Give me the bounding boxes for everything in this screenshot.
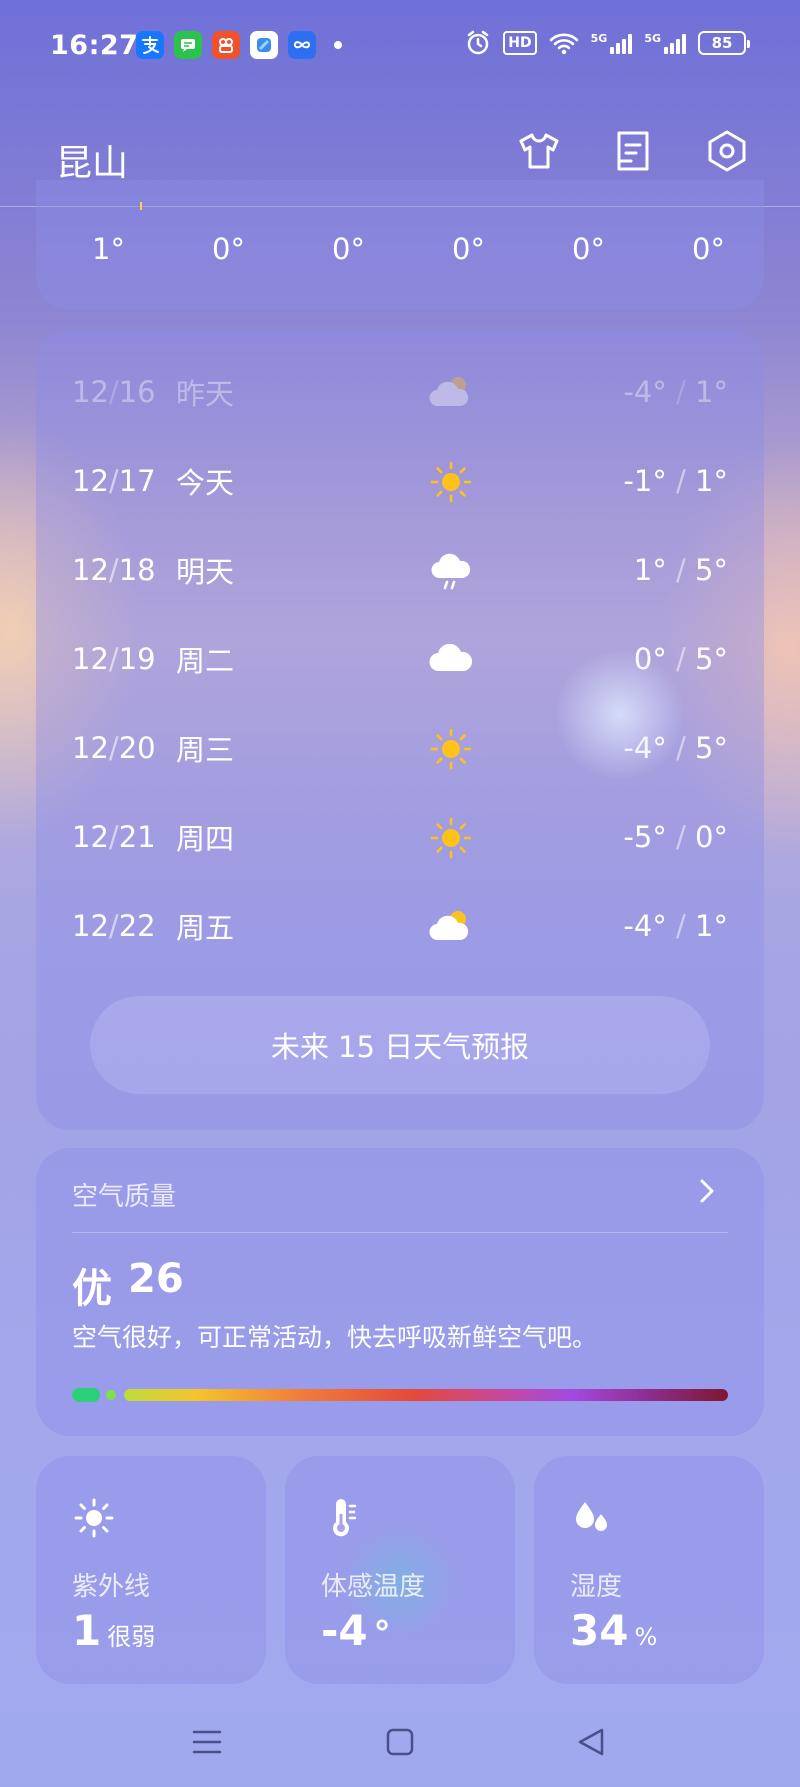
hd-badge: HD [503, 31, 537, 55]
daily-forecast-row[interactable]: 12/16 昨天 -4° / 1° [72, 362, 728, 422]
forecast-date: 12/20 [72, 731, 156, 765]
more-notifications-dot [334, 41, 342, 49]
signal-icon-2: 5G [644, 32, 686, 54]
hourly-temp: 0° [212, 232, 245, 266]
aqi-value: 优 26 [72, 1256, 184, 1312]
daily-forecast-row[interactable]: 12/17 今天 -1° / 1° [72, 451, 728, 511]
partly-cloudy-icon [428, 904, 474, 950]
humidity-value: 34% [570, 1606, 658, 1655]
infinity-icon [288, 31, 316, 59]
hourly-temp: 0° [572, 232, 605, 266]
daily-forecast-row[interactable]: 12/18 明天 1° / 5° [72, 540, 728, 600]
forecast-day: 周五 [176, 911, 235, 945]
forecast-date: 12/18 [72, 553, 156, 587]
water-drops-icon [576, 1502, 607, 1531]
forecast-day: 周二 [176, 644, 235, 678]
status-bar: 16:27 HD 5G 5G 85 [0, 0, 800, 92]
forecast-date: 12/22 [72, 909, 156, 943]
daily-forecast-row[interactable]: 12/21 周四 -5° / 0° [72, 807, 728, 867]
uv-card[interactable]: 紫外线 1 很弱 [36, 1456, 266, 1684]
forecast-date: 12/21 [72, 820, 156, 854]
city-name[interactable]: 昆山 [56, 134, 128, 186]
hourly-temp: 0° [692, 232, 725, 266]
battery-icon: 85 [698, 31, 750, 55]
thermometer-icon [333, 1499, 357, 1537]
hourly-temp: 1° [92, 232, 125, 266]
forecast-day: 周三 [176, 733, 235, 767]
humidity-label: 湿度 [570, 1572, 623, 1602]
hourly-temp: 0° [452, 232, 485, 266]
app-icon-blue [250, 31, 278, 59]
menu-icon[interactable] [187, 1722, 227, 1762]
notification-icons [136, 31, 342, 59]
document-icon[interactable] [610, 128, 656, 174]
rain-icon [428, 548, 474, 594]
app-icon-orange [212, 31, 240, 59]
hourly-temps: 1° 0° 0° 0° 0° 0° [92, 232, 800, 266]
settings-icon[interactable] [704, 128, 750, 174]
humidity-card[interactable]: 湿度 34% [534, 1456, 764, 1684]
sun-icon [74, 1498, 114, 1538]
forecast-date: 12/19 [72, 642, 156, 676]
message-icon [174, 31, 202, 59]
back-triangle-icon[interactable] [572, 1722, 612, 1762]
alarm-icon [468, 30, 489, 55]
forecast-date: 12/17 [72, 464, 156, 498]
forecast-temp-range: 1° / 5° [633, 553, 728, 587]
sunny-icon [428, 726, 474, 772]
hourly-temp: 0° [332, 232, 365, 266]
feels-like-label: 体感温度 [321, 1572, 426, 1602]
feels-like-card[interactable]: 体感温度 -4 ° [285, 1456, 515, 1684]
uv-label: 紫外线 [72, 1572, 151, 1602]
shirt-icon[interactable] [516, 128, 562, 174]
forecast-temp-range: -1° / 1° [623, 464, 728, 498]
forecast-temp-range: -4° / 1° [623, 909, 728, 943]
aqi-description: 空气很好，可正常活动，快去呼吸新鲜空气吧。 [72, 1323, 598, 1352]
status-time: 16:27 [50, 30, 139, 61]
chevron-right-icon [700, 1179, 714, 1203]
forecast-date: 12/16 [72, 375, 156, 409]
hourly-forecast-card[interactable]: 1° 0° 0° 0° 0° 0° [36, 180, 764, 310]
air-quality-title: 空气质量 [72, 1182, 177, 1212]
forecast-temp-range: -5° / 0° [623, 820, 728, 854]
feels-like-value: -4 ° [321, 1606, 391, 1655]
hourly-sun-marker [140, 202, 142, 210]
forecast-day: 周四 [176, 822, 235, 856]
system-icons: HD 5G 5G 85 [465, 30, 750, 56]
daily-forecast-row[interactable]: 12/22 周五 -4° / 1° [72, 896, 728, 956]
forecast-day: 昨天 [176, 377, 235, 411]
sunny-icon [428, 459, 474, 505]
signal-icon-1: 5G [591, 32, 633, 54]
partly-cloudy-icon [428, 370, 474, 416]
forecast-temp-range: -4° / 1° [623, 375, 728, 409]
uv-value: 1 很弱 [72, 1606, 156, 1655]
forecast-day: 明天 [176, 555, 235, 589]
15-day-forecast-button[interactable]: 未来 15 日天气预报 [90, 996, 710, 1094]
air-quality-card[interactable]: 空气质量 优 26 空气很好，可正常活动，快去呼吸新鲜空气吧。 [36, 1148, 764, 1436]
alipay-icon [136, 31, 164, 59]
forecast-day: 今天 [176, 466, 235, 500]
wifi-icon [549, 33, 578, 55]
system-nav-bar [0, 1700, 800, 1787]
cloudy-icon [428, 637, 474, 683]
home-square-icon[interactable] [380, 1722, 420, 1762]
sunny-icon [428, 815, 474, 861]
aqi-scale-bar [72, 1388, 728, 1402]
